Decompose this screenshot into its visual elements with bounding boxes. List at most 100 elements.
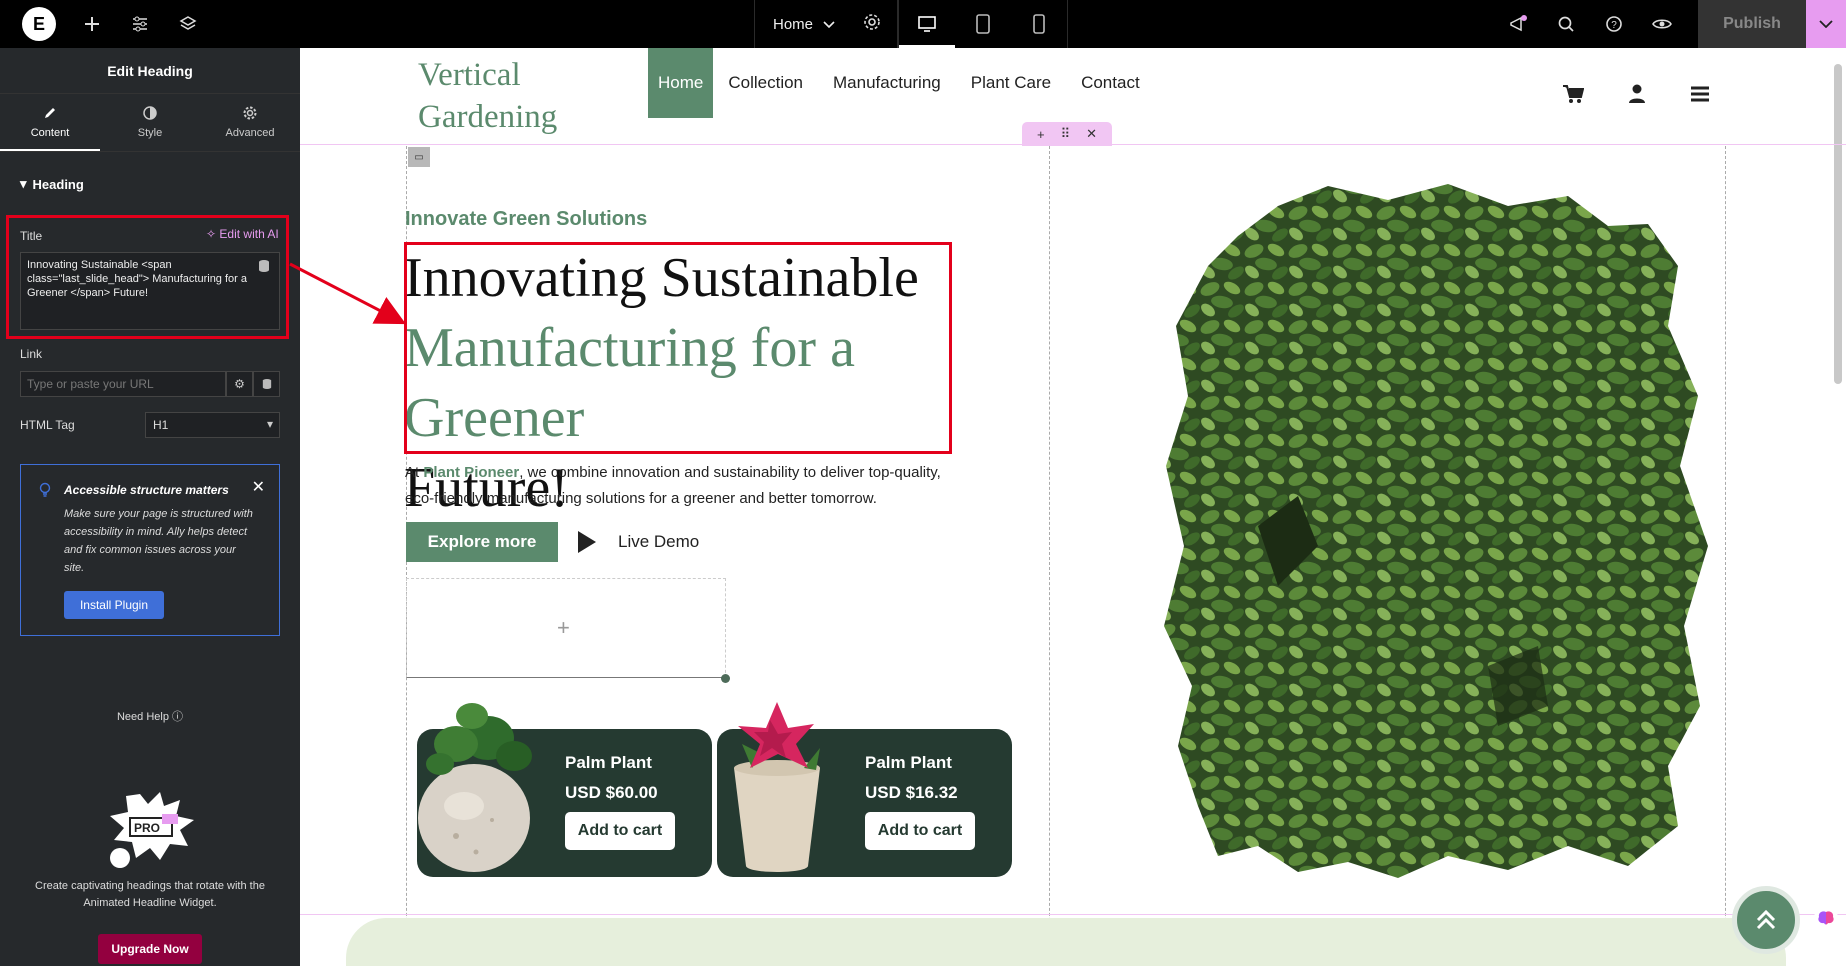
dynamic-tags-database-icon[interactable] bbox=[258, 259, 274, 275]
link-label: Link bbox=[20, 347, 43, 361]
column-divider bbox=[1049, 146, 1050, 966]
notice-text: Make sure your page is structured with a… bbox=[64, 508, 253, 574]
resize-handle[interactable] bbox=[721, 674, 730, 683]
product-name: Palm Plant bbox=[565, 753, 652, 772]
section-bottom-boundary bbox=[300, 914, 1846, 915]
publish-button[interactable]: Publish bbox=[1698, 0, 1806, 48]
add-element-icon[interactable] bbox=[80, 12, 104, 36]
nav-item-manufacturing[interactable]: Manufacturing bbox=[818, 48, 956, 118]
account-user-icon[interactable] bbox=[1628, 84, 1646, 109]
column-edit-icon[interactable]: ▭ bbox=[408, 147, 430, 167]
panel-tabs: Content Style Advanced bbox=[0, 94, 300, 152]
edit-with-ai-link[interactable]: ✧ Edit with AI bbox=[206, 227, 279, 241]
structure-layers-icon[interactable] bbox=[176, 12, 200, 36]
help-circle-icon: ⓘ bbox=[172, 711, 184, 723]
add-to-cart-button[interactable]: Add to cart bbox=[565, 812, 675, 850]
html-tag-label: HTML Tag bbox=[20, 418, 75, 432]
drag-handle-icon[interactable]: ⠿ bbox=[1061, 126, 1071, 142]
gear-icon bbox=[243, 106, 257, 123]
page-name: Home bbox=[773, 15, 814, 33]
upgrade-now-button[interactable]: Upgrade Now bbox=[98, 934, 202, 964]
tab-style[interactable]: Style bbox=[100, 94, 200, 151]
mobile-view-icon[interactable] bbox=[1011, 0, 1067, 48]
need-help-label: Need Help bbox=[116, 711, 169, 723]
need-help-link[interactable]: Need Help ⓘ bbox=[0, 708, 300, 724]
hamburger-menu-icon[interactable] bbox=[1690, 85, 1710, 108]
svg-text:?: ? bbox=[1611, 20, 1617, 31]
page-selector[interactable]: Home bbox=[754, 0, 898, 48]
nav-item-plant-care[interactable]: Plant Care bbox=[956, 48, 1066, 118]
explore-more-button[interactable]: Explore more bbox=[406, 522, 558, 562]
add-section-icon[interactable]: + bbox=[1037, 127, 1045, 142]
title-label: Title bbox=[20, 229, 43, 243]
accessibility-notice: Accessible structure matters ✕ Make sure… bbox=[20, 464, 280, 636]
search-icon[interactable] bbox=[1554, 12, 1578, 36]
nav-item-home[interactable]: Home bbox=[648, 48, 714, 118]
play-icon[interactable] bbox=[578, 531, 596, 553]
link-url-input[interactable]: Type or paste your URL bbox=[20, 371, 226, 397]
product-name: Palm Plant bbox=[865, 753, 952, 772]
live-demo-link[interactable]: Live Demo bbox=[618, 532, 699, 552]
lightbulb-icon bbox=[38, 482, 52, 501]
tab-advanced[interactable]: Advanced bbox=[200, 94, 300, 151]
chevron-down-icon bbox=[823, 16, 835, 33]
publish-options-chevron-icon[interactable] bbox=[1806, 0, 1846, 48]
edit-with-ai-label: Edit with AI bbox=[219, 227, 279, 241]
product-price: USD $16.32 bbox=[865, 783, 958, 802]
empty-column-placeholder[interactable]: + bbox=[406, 578, 726, 678]
tab-style-label: Style bbox=[137, 127, 163, 139]
site-title[interactable]: Vertical Gardening bbox=[418, 54, 618, 138]
elementor-logo-icon[interactable]: E bbox=[22, 7, 56, 41]
link-options-gear-icon[interactable]: ⚙ bbox=[226, 371, 253, 397]
para-brand: Plant Pioneer bbox=[423, 464, 520, 481]
main-nav: Home Collection Manufacturing Plant Care… bbox=[648, 48, 1155, 118]
html-tag-select[interactable]: H1 bbox=[145, 412, 280, 438]
tab-advanced-label: Advanced bbox=[225, 127, 275, 139]
site-settings-icon[interactable] bbox=[128, 12, 152, 36]
title-textarea[interactable]: Innovating Sustainable <span class="last… bbox=[20, 252, 280, 330]
install-plugin-button[interactable]: Install Plugin bbox=[64, 591, 164, 619]
help-question-icon[interactable]: ? bbox=[1602, 12, 1626, 36]
close-icon[interactable]: ✕ bbox=[252, 477, 265, 497]
para-prefix: At bbox=[405, 464, 424, 481]
page-canvas: Vertical Gardening Home Collection Manuf… bbox=[300, 48, 1846, 966]
notifications-megaphone-icon[interactable] bbox=[1506, 12, 1530, 36]
caret-down-icon: ▾ bbox=[20, 176, 27, 191]
desktop-view-icon[interactable] bbox=[899, 0, 955, 48]
animated-headline-promo-illustration-icon: PRO bbox=[100, 788, 200, 872]
page-settings-gear-icon[interactable] bbox=[863, 13, 881, 35]
nav-item-contact[interactable]: Contact bbox=[1066, 48, 1155, 118]
nav-item-collection[interactable]: Collection bbox=[713, 48, 818, 118]
pro-badge-text: PRO bbox=[134, 821, 160, 835]
next-section-preview bbox=[346, 918, 1786, 966]
promo-text: Create captivating headings that rotate … bbox=[35, 880, 265, 909]
notice-title: Accessible structure matters bbox=[64, 483, 229, 497]
double-chevron-up-icon bbox=[1756, 909, 1776, 930]
half-circle-icon bbox=[143, 106, 157, 123]
tab-content-label: Content bbox=[30, 127, 70, 139]
heading-section-toggle[interactable]: ▾ Heading bbox=[0, 162, 300, 206]
bougainvillea-plant-pot-image bbox=[734, 702, 820, 872]
peperomia-plant-pot-image bbox=[418, 703, 532, 872]
pencil-icon bbox=[43, 106, 57, 123]
editor-topbar: E Home ? Publish bbox=[0, 0, 1846, 48]
add-widget-plus-icon[interactable]: + bbox=[557, 615, 570, 641]
tablet-view-icon[interactable] bbox=[955, 0, 1011, 48]
tab-content[interactable]: Content bbox=[0, 94, 100, 151]
hero-paragraph: At Plant Pioneer, we combine innovation … bbox=[405, 460, 965, 512]
vertical-green-wall-image bbox=[1164, 184, 1708, 878]
eyebrow-heading: Innovate Green Solutions bbox=[405, 208, 648, 230]
cart-icon[interactable] bbox=[1562, 84, 1585, 109]
preview-eye-icon[interactable] bbox=[1650, 12, 1674, 36]
add-to-cart-button[interactable]: Add to cart bbox=[865, 812, 975, 850]
canvas-scrollbar[interactable] bbox=[1834, 64, 1842, 384]
delete-section-icon[interactable]: ✕ bbox=[1086, 126, 1097, 142]
section-heading-label: Heading bbox=[32, 176, 84, 192]
sparkle-icon: ✧ bbox=[206, 227, 217, 241]
link-dynamic-tags-icon[interactable] bbox=[253, 371, 280, 397]
panel-title: Edit Heading bbox=[0, 48, 300, 94]
section-handle[interactable]: + ⠿ ✕ bbox=[1022, 122, 1112, 146]
scroll-to-top-button[interactable] bbox=[1732, 886, 1800, 954]
editor-panel: Edit Heading Content Style Advanced ▾ He… bbox=[0, 48, 300, 966]
ai-assistant-brain-icon[interactable] bbox=[1814, 906, 1838, 930]
